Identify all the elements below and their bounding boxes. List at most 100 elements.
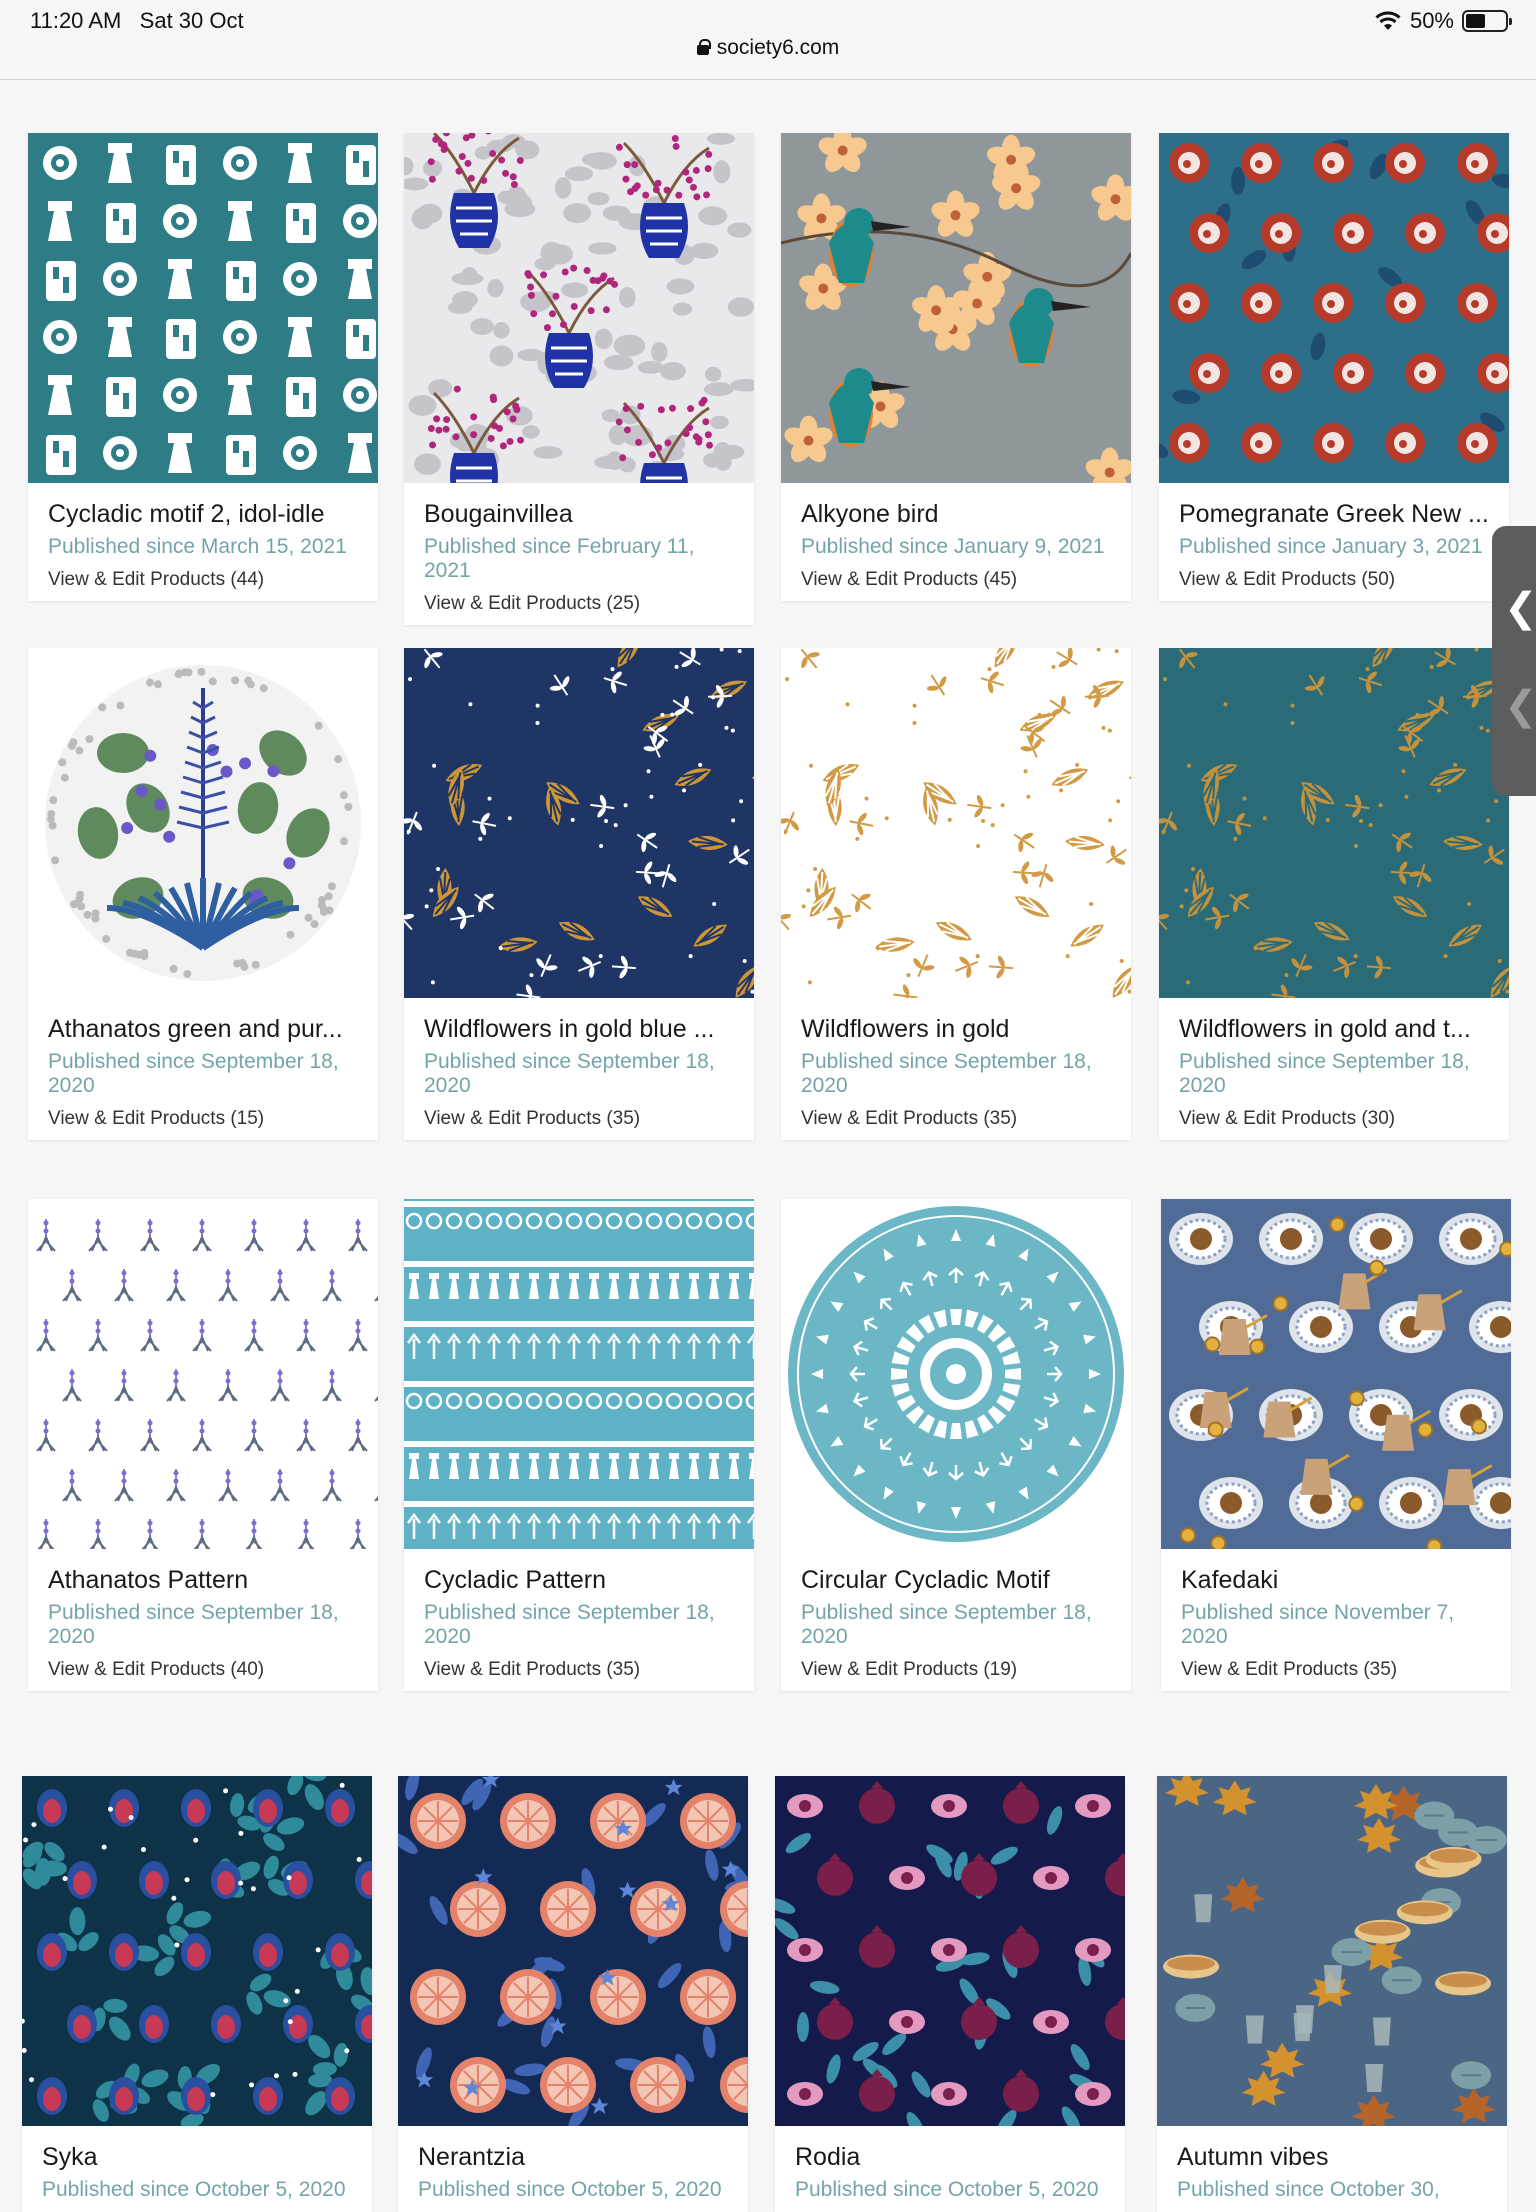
artwork-card[interactable]: Rodia Published since October 5, 2020 bbox=[775, 1776, 1125, 2212]
battery-icon bbox=[1462, 10, 1512, 32]
artwork-title[interactable]: Wildflowers in gold and t... bbox=[1179, 1014, 1489, 1044]
artwork-thumbnail[interactable] bbox=[398, 1776, 748, 2126]
published-date: Published since September 18, 2020 bbox=[48, 1601, 339, 1648]
published-date: Published since September 18, 2020 bbox=[801, 1601, 1092, 1648]
artwork-thumbnail[interactable] bbox=[404, 133, 754, 483]
artwork-title[interactable]: Rodia bbox=[795, 2142, 1105, 2172]
view-edit-products-link[interactable]: View & Edit Products (35) bbox=[424, 1659, 734, 1681]
artwork-title[interactable]: Pomegranate Greek New ... bbox=[1179, 499, 1489, 529]
artwork-card[interactable]: Alkyone bird Published since January 9, 2… bbox=[781, 133, 1131, 601]
view-edit-products-link[interactable]: View & Edit Products (50) bbox=[1179, 569, 1489, 591]
published-date: Published since September 18, 2020 bbox=[801, 1050, 1092, 1097]
artwork-card[interactable]: Athanatos Pattern Published since Septemb… bbox=[28, 1199, 378, 1691]
artwork-thumbnail[interactable] bbox=[404, 648, 754, 998]
artwork-info: Rodia Published since October 5, 2020 bbox=[775, 2126, 1125, 2212]
artwork-title[interactable]: Bougainvillea bbox=[424, 499, 734, 529]
artwork-info: Pomegranate Greek New ... Published since… bbox=[1159, 483, 1509, 601]
view-edit-products-link[interactable]: View & Edit Products (30) bbox=[1179, 1108, 1489, 1130]
artwork-title[interactable]: Wildflowers in gold bbox=[801, 1014, 1111, 1044]
artwork-card[interactable]: Athanatos green and pur... Published sinc… bbox=[28, 648, 378, 1140]
artwork-thumbnail[interactable] bbox=[1161, 1199, 1511, 1549]
url-text: society6.com bbox=[716, 36, 840, 59]
chevron-left-icon: ❮ bbox=[1504, 586, 1536, 630]
artwork-title[interactable]: Autumn vibes bbox=[1177, 2142, 1487, 2172]
view-edit-products-link[interactable]: View & Edit Products (44) bbox=[48, 569, 358, 591]
artwork-thumbnail[interactable] bbox=[781, 648, 1131, 998]
published-date: Published since October 30, bbox=[1177, 2178, 1440, 2201]
artwork-card[interactable]: Wildflowers in gold blue ... Published si… bbox=[404, 648, 754, 1140]
artwork-title[interactable]: Syka bbox=[42, 2142, 352, 2172]
published-date: Published since September 18, 2020 bbox=[48, 1050, 339, 1097]
artwork-card[interactable]: Wildflowers in gold Published since Septe… bbox=[781, 648, 1131, 1140]
artwork-thumbnail[interactable] bbox=[28, 1199, 378, 1549]
published-date: Published since September 18, 2020 bbox=[424, 1050, 715, 1097]
artwork-info: Syka Published since October 5, 2020 bbox=[22, 2126, 372, 2212]
status-indicators: 50% bbox=[1374, 8, 1512, 34]
published-date: Published since October 5, 2020 bbox=[418, 2178, 722, 2201]
chevron-left-icon: ❮ bbox=[1504, 684, 1536, 728]
artwork-thumbnail[interactable] bbox=[28, 648, 378, 998]
artwork-info: Wildflowers in gold Published since Septe… bbox=[781, 998, 1131, 1140]
artwork-thumbnail[interactable] bbox=[1157, 1776, 1507, 2126]
published-date: Published since March 15, 2021 bbox=[48, 535, 347, 558]
artwork-card[interactable]: Wildflowers in gold and t... Published si… bbox=[1159, 648, 1509, 1140]
artwork-title[interactable]: Athanatos green and pur... bbox=[48, 1014, 358, 1044]
artwork-thumbnail[interactable] bbox=[1159, 648, 1509, 998]
view-edit-products-link[interactable]: View & Edit Products (35) bbox=[801, 1108, 1111, 1130]
artwork-thumbnail[interactable] bbox=[1159, 133, 1509, 483]
status-date: Sat 30 Oct bbox=[139, 8, 244, 33]
battery-percent: 50% bbox=[1409, 8, 1454, 33]
artwork-title[interactable]: Wildflowers in gold blue ... bbox=[424, 1014, 734, 1044]
artwork-title[interactable]: Nerantzia bbox=[418, 2142, 728, 2172]
artwork-card[interactable]: Bougainvillea Published since February 11… bbox=[404, 133, 754, 625]
artwork-title[interactable]: Circular Cycladic Motif bbox=[801, 1565, 1111, 1595]
artwork-thumbnail[interactable] bbox=[775, 1776, 1125, 2126]
artwork-title[interactable]: Athanatos Pattern bbox=[48, 1565, 358, 1595]
artwork-thumbnail[interactable] bbox=[781, 133, 1131, 483]
artwork-title[interactable]: Cycladic Pattern bbox=[424, 1565, 734, 1595]
published-date: Published since October 5, 2020 bbox=[42, 2178, 346, 2201]
artwork-card[interactable]: Nerantzia Published since October 5, 2020 bbox=[398, 1776, 748, 2212]
published-date: Published since September 18, 2020 bbox=[1179, 1050, 1470, 1097]
view-edit-products-link[interactable]: View & Edit Products (35) bbox=[424, 1108, 734, 1130]
artwork-thumbnail[interactable] bbox=[22, 1776, 372, 2126]
side-panel-handle[interactable]: ❮ ❮ bbox=[1492, 526, 1536, 796]
artwork-thumbnail[interactable] bbox=[781, 1199, 1131, 1549]
status-time: 11:20 AM Sat 30 Oct bbox=[30, 8, 244, 33]
published-date: Published since February 11, 2021 bbox=[424, 535, 695, 582]
view-edit-products-link[interactable]: View & Edit Products (25) bbox=[424, 593, 734, 615]
view-edit-products-link[interactable]: View & Edit Products (45) bbox=[801, 569, 1111, 591]
artwork-info: Autumn vibes Published since October 30, bbox=[1157, 2126, 1507, 2212]
view-edit-products-link[interactable]: View & Edit Products (15) bbox=[48, 1108, 358, 1130]
view-edit-products-link[interactable]: View & Edit Products (19) bbox=[801, 1659, 1111, 1681]
artwork-info: Nerantzia Published since October 5, 2020 bbox=[398, 2126, 748, 2212]
published-date: Published since September 18, 2020 bbox=[424, 1601, 715, 1648]
published-date: Published since October 5, 2020 bbox=[795, 2178, 1099, 2201]
artwork-card[interactable]: Kafedaki Published since November 7, 2020… bbox=[1161, 1199, 1511, 1691]
view-edit-products-link[interactable]: View & Edit Products (35) bbox=[1181, 1659, 1491, 1681]
artwork-card[interactable]: Syka Published since October 5, 2020 bbox=[22, 1776, 372, 2212]
browser-chrome: 11:20 AM Sat 30 Oct 50% society6.com bbox=[0, 0, 1536, 80]
artwork-card[interactable]: Cycladic Pattern Published since Septembe… bbox=[404, 1199, 754, 1691]
lock-icon bbox=[696, 39, 711, 55]
published-date: Published since January 3, 2021 bbox=[1179, 535, 1483, 558]
artwork-title[interactable]: Alkyone bird bbox=[801, 499, 1111, 529]
artwork-info: Athanatos Pattern Published since Septemb… bbox=[28, 1549, 378, 1691]
artwork-thumbnail[interactable] bbox=[28, 133, 378, 483]
artwork-card[interactable]: Autumn vibes Published since October 30, bbox=[1157, 1776, 1507, 2212]
artwork-info: Wildflowers in gold blue ... Published si… bbox=[404, 998, 754, 1140]
artwork-card[interactable]: Cycladic motif 2, idol-idle Published sin… bbox=[28, 133, 378, 601]
artwork-thumbnail[interactable] bbox=[404, 1199, 754, 1549]
artwork-info: Alkyone bird Published since January 9, 2… bbox=[781, 483, 1131, 601]
artwork-card[interactable]: Circular Cycladic Motif Published since S… bbox=[781, 1199, 1131, 1691]
artwork-title[interactable]: Kafedaki bbox=[1181, 1565, 1491, 1595]
artwork-info: Circular Cycladic Motif Published since S… bbox=[781, 1549, 1131, 1691]
artwork-card[interactable]: Pomegranate Greek New ... Published since… bbox=[1159, 133, 1509, 601]
artwork-info: Wildflowers in gold and t... Published si… bbox=[1159, 998, 1509, 1140]
wifi-icon bbox=[1375, 11, 1401, 30]
published-date: Published since November 7, 2020 bbox=[1181, 1601, 1455, 1648]
address-bar[interactable]: society6.com bbox=[0, 36, 1536, 60]
artwork-title[interactable]: Cycladic motif 2, idol-idle bbox=[48, 499, 358, 529]
artwork-info: Athanatos green and pur... Published sinc… bbox=[28, 998, 378, 1140]
view-edit-products-link[interactable]: View & Edit Products (40) bbox=[48, 1659, 358, 1681]
